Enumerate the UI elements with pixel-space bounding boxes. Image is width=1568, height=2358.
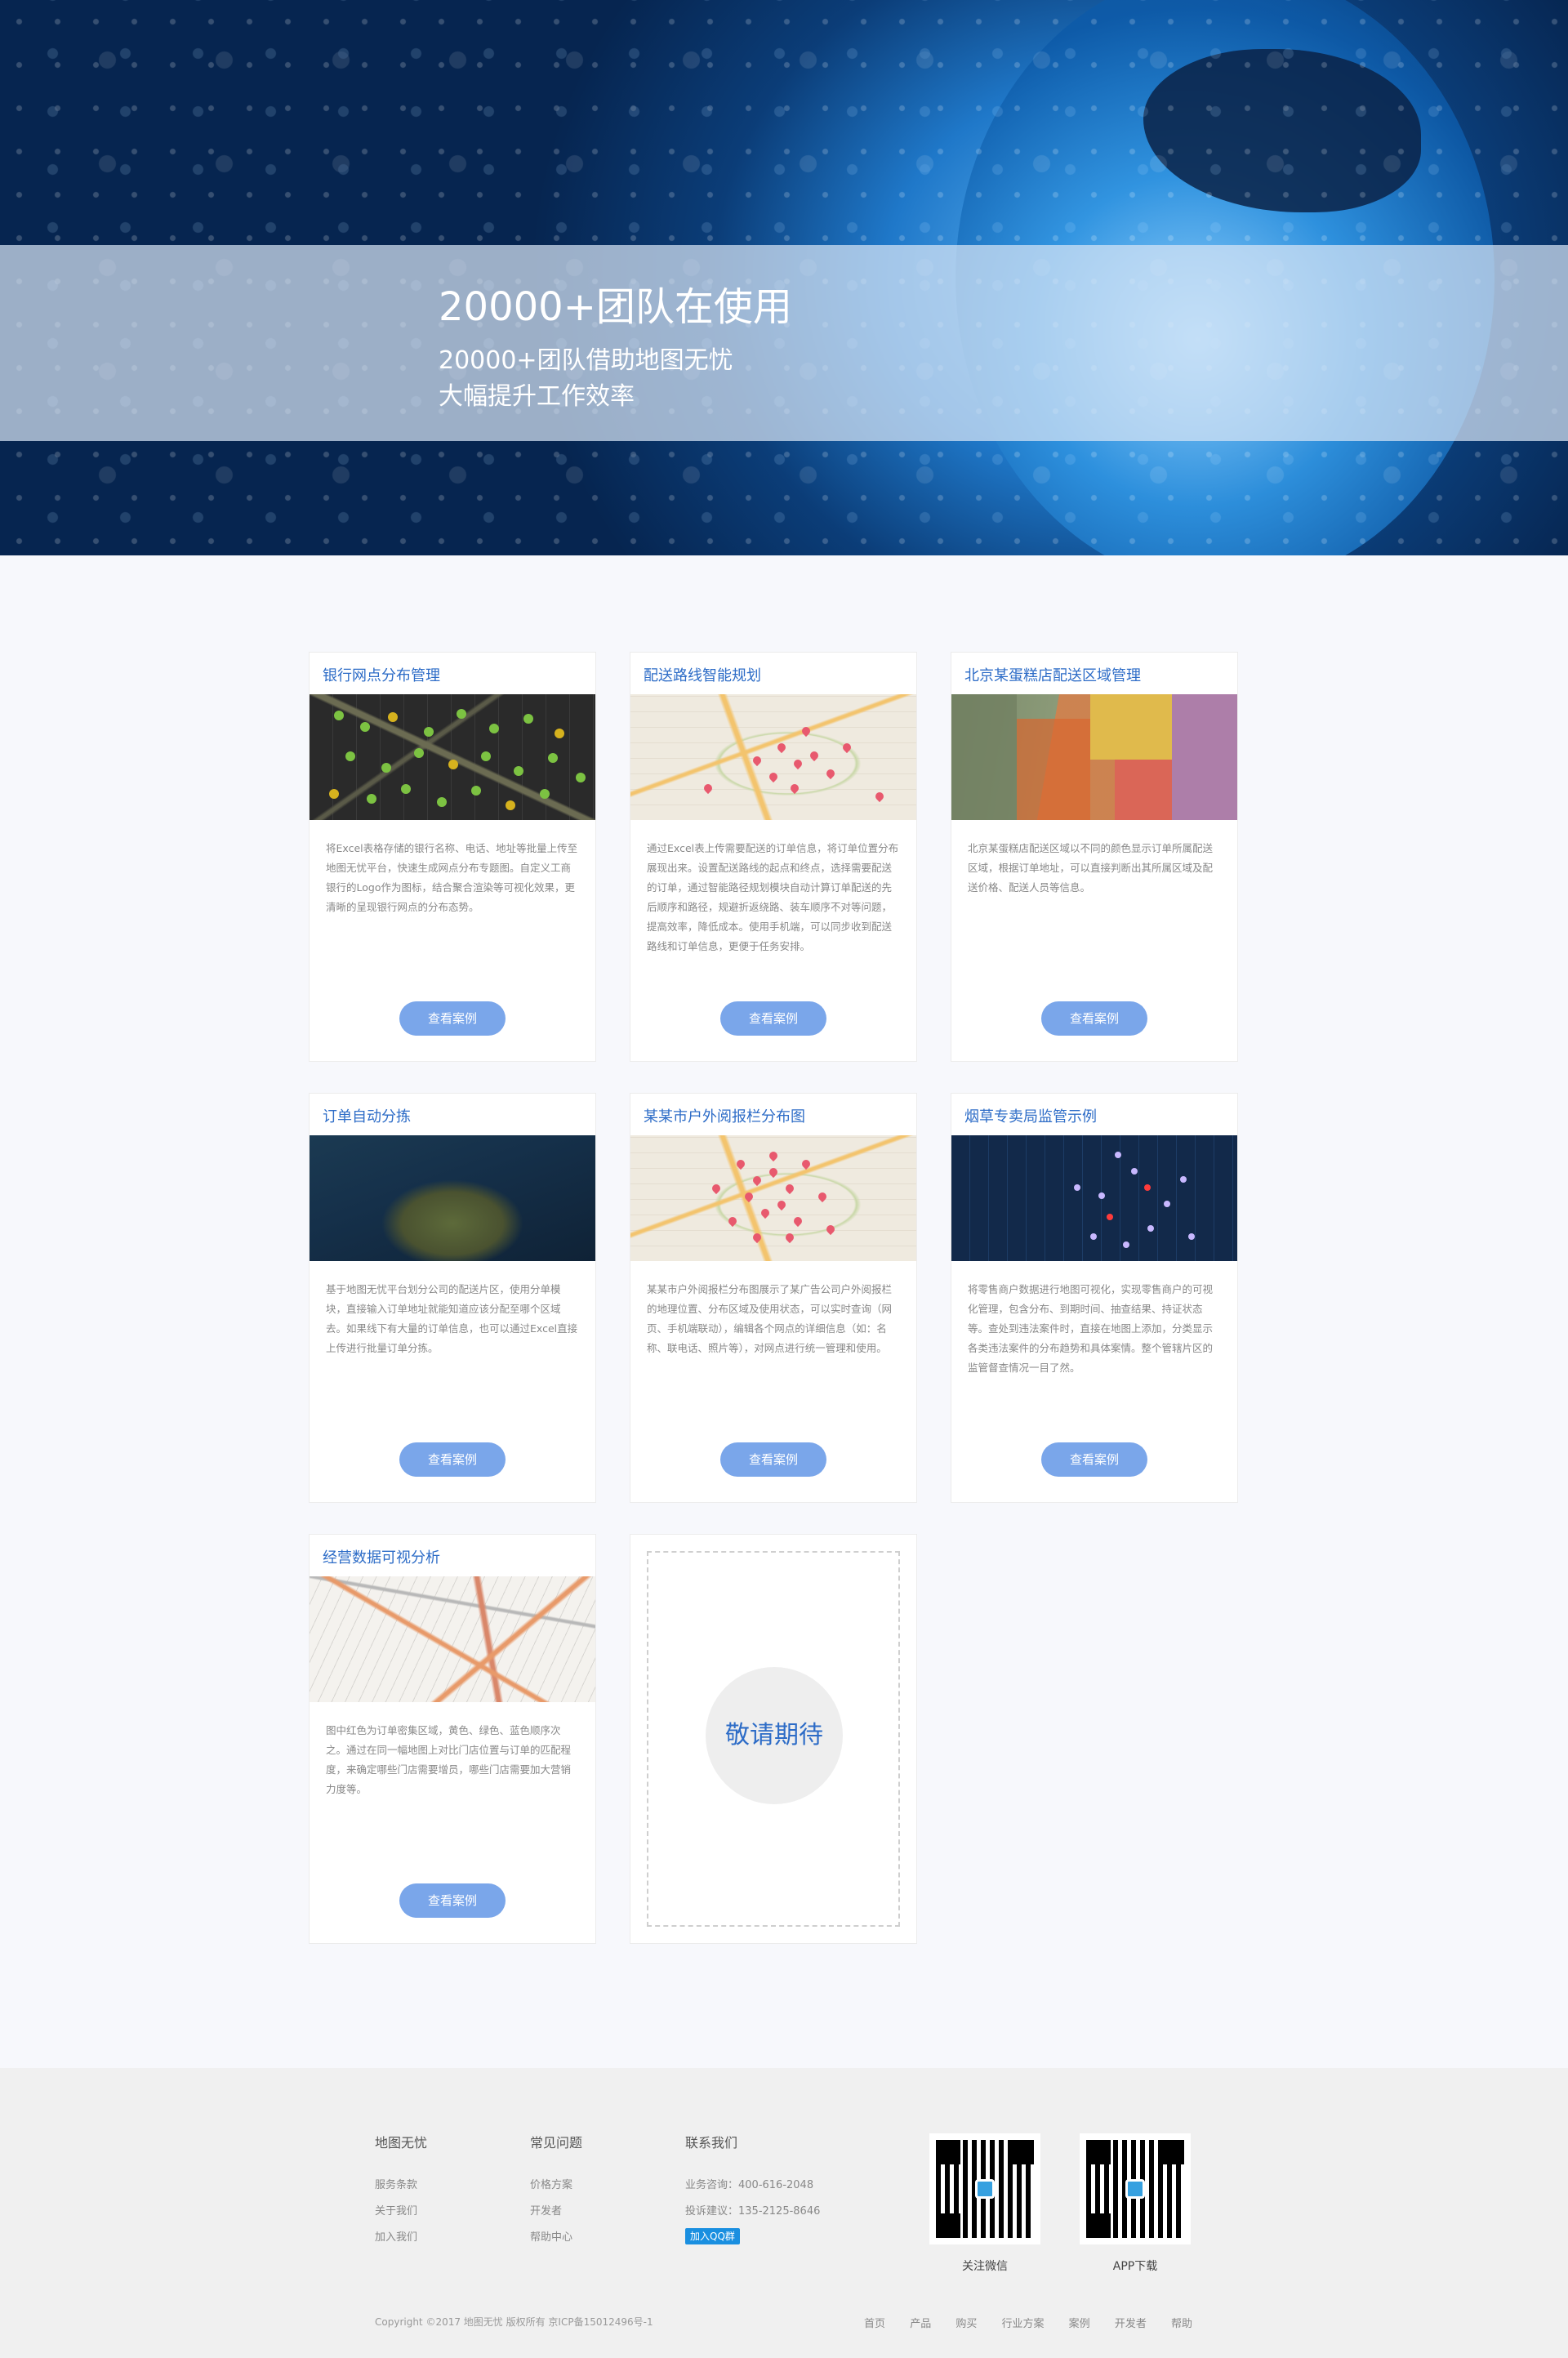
case-title[interactable]: 某某市户外阅报栏分布图 xyxy=(644,1105,805,1126)
footer-nav-cases[interactable]: 案例 xyxy=(1069,2318,1090,2330)
case-card-bank: 银行网点分布管理 将Excel表格存储的银行名称、电话、地址等批量上传至地图无忧… xyxy=(309,652,596,1062)
footer-nav-solutions[interactable]: 行业方案 xyxy=(1002,2318,1045,2330)
case-title[interactable]: 订单自动分拣 xyxy=(323,1105,411,1126)
hero-subtitle-line2: 大幅提升工作效率 xyxy=(439,382,635,411)
case-description: 基于地图无忧平台划分公司的配送片区，使用分单模块，直接输入订单地址就能知道应该分… xyxy=(326,1283,578,1354)
case-card-route: 配送路线智能规划 通过Excel表上传需要配送的订单信息，将订单位置分布展现出来… xyxy=(630,652,917,1062)
hero-title: 20000+团队在使用 xyxy=(439,284,792,330)
footer-link-developer[interactable]: 开发者 xyxy=(530,2199,582,2225)
hero-subtitle-line1: 20000+团队借助地图无忧 xyxy=(439,346,733,375)
wechat-qr-label: 关注微信 xyxy=(962,2260,1008,2273)
case-card-sort: 订单自动分拣 基于地图无忧平台划分公司的配送片区，使用分单模块，直接输入订单地址… xyxy=(309,1093,596,1503)
footer-nav-developer[interactable]: 开发者 xyxy=(1115,2318,1147,2330)
case-card-tobacco: 烟草专卖局监管示例 将零售商户数据进行地图可视化，实现零售商户的可视化管理，包含… xyxy=(951,1093,1238,1503)
case-title[interactable]: 北京某蛋糕店配送区域管理 xyxy=(964,664,1141,685)
case-card-newsstand: 某某市户外阅报栏分布图 某某市户外阅报栏分布图展示了某广告公司户外阅报栏的地理位… xyxy=(630,1093,917,1503)
view-case-button[interactable]: 查看案例 xyxy=(399,1883,506,1918)
wechat-qr xyxy=(929,2133,1040,2244)
footer-col-title: 联系我们 xyxy=(685,2135,738,2151)
copyright: Copyright ©2017 地图无忧 版权所有 京ICP备15012496号… xyxy=(375,2316,653,2328)
case-image-route-map[interactable] xyxy=(630,694,916,820)
case-image-tobacco-map[interactable] xyxy=(951,1135,1237,1261)
case-image-sort-map[interactable] xyxy=(310,1135,595,1261)
view-case-button[interactable]: 查看案例 xyxy=(1041,1442,1147,1477)
case-title[interactable]: 烟草专卖局监管示例 xyxy=(964,1105,1097,1126)
case-image-analysis-map[interactable] xyxy=(310,1576,595,1702)
footer-complaint: 投诉建议：135-2125-8646 xyxy=(685,2205,821,2218)
footer-phone: 业务咨询：400-616-2048 xyxy=(685,2179,814,2191)
case-description: 通过Excel表上传需要配送的订单信息，将订单位置分布展现出来。设置配送路线的起… xyxy=(647,842,899,952)
view-case-button[interactable]: 查看案例 xyxy=(399,1442,506,1477)
app-qr-label: APP下载 xyxy=(1112,2260,1158,2273)
wechat-qrcode xyxy=(936,2140,1034,2238)
case-description: 某某市户外阅报栏分布图展示了某广告公司户外阅报栏的地理位置、分布区域及使用状态，… xyxy=(647,1283,893,1354)
case-description: 将零售商户数据进行地图可视化，实现零售商户的可视化管理，包含分布、到期时间、抽查… xyxy=(968,1283,1214,1374)
case-title[interactable]: 配送路线智能规划 xyxy=(644,664,761,685)
join-qq-group-button[interactable]: 加入QQ群 xyxy=(685,2228,740,2244)
footer-col-faq: 常见问题 价格方案 开发者 帮助中心 xyxy=(530,2132,582,2251)
case-image-newsstand-map[interactable] xyxy=(630,1135,916,1261)
view-case-button[interactable]: 查看案例 xyxy=(1041,1001,1147,1036)
footer-col-about: 地图无忧 服务条款 关于我们 加入我们 xyxy=(375,2132,427,2251)
coming-soon-frame: 敬请期待 xyxy=(647,1551,900,1927)
case-title[interactable]: 经营数据可视分析 xyxy=(323,1546,440,1567)
footer-nav: 首页 产品 购买 行业方案 案例 开发者 帮助 xyxy=(843,2315,1192,2330)
case-image-bank-map[interactable] xyxy=(310,694,595,820)
view-case-button[interactable]: 查看案例 xyxy=(399,1001,506,1036)
view-case-button[interactable]: 查看案例 xyxy=(720,1001,826,1036)
hero-subtitle: 20000+团队借助地图无忧 大幅提升工作效率 xyxy=(439,343,733,415)
footer-link-join[interactable]: 加入我们 xyxy=(375,2225,427,2251)
case-image-cake-zones[interactable] xyxy=(951,694,1237,820)
footer-col-contact: 联系我们 业务咨询：400-616-2048 投诉建议：135-2125-864… xyxy=(685,2132,820,2244)
case-description: 北京某蛋糕店配送区域以不同的颜色显示订单所属配送区域，根据订单地址，可以直接判断… xyxy=(968,842,1214,894)
footer-col-title: 常见问题 xyxy=(530,2135,583,2151)
footer-col-title: 地图无忧 xyxy=(375,2135,428,2151)
footer-link-help[interactable]: 帮助中心 xyxy=(530,2225,582,2251)
footer-nav-help[interactable]: 帮助 xyxy=(1171,2318,1192,2330)
app-qrcode xyxy=(1086,2140,1184,2238)
footer-nav-home[interactable]: 首页 xyxy=(864,2318,885,2330)
app-qr xyxy=(1080,2133,1191,2244)
wechat-qr-logo-icon xyxy=(975,2179,995,2199)
case-card-cake: 北京某蛋糕店配送区域管理 北京某蛋糕店配送区域以不同的颜色显示订单所属配送区域，… xyxy=(951,652,1238,1062)
coming-soon-label: 敬请期待 xyxy=(706,1667,843,1804)
case-description: 将Excel表格存储的银行名称、电话、地址等批量上传至地图无忧平台，快速生成网点… xyxy=(326,842,578,913)
hero-banner: 20000+团队在使用 20000+团队借助地图无忧 大幅提升工作效率 xyxy=(0,0,1568,555)
footer-nav-product[interactable]: 产品 xyxy=(910,2318,931,2330)
footer-link-pricing[interactable]: 价格方案 xyxy=(530,2173,582,2199)
footer-link-terms[interactable]: 服务条款 xyxy=(375,2173,427,2199)
coming-soon-card: 敬请期待 xyxy=(630,1534,917,1944)
view-case-button[interactable]: 查看案例 xyxy=(720,1442,826,1477)
app-qr-logo-icon xyxy=(1125,2179,1145,2199)
case-title[interactable]: 银行网点分布管理 xyxy=(323,664,440,685)
case-description: 图中红色为订单密集区域，黄色、绿色、蓝色顺序次之。通过在同一幅地图上对比门店位置… xyxy=(326,1724,572,1795)
footer-nav-buy[interactable]: 购买 xyxy=(956,2318,977,2330)
case-card-analysis: 经营数据可视分析 图中红色为订单密集区域，黄色、绿色、蓝色顺序次之。通过在同一幅… xyxy=(309,1534,596,1944)
footer-link-about[interactable]: 关于我们 xyxy=(375,2199,427,2225)
